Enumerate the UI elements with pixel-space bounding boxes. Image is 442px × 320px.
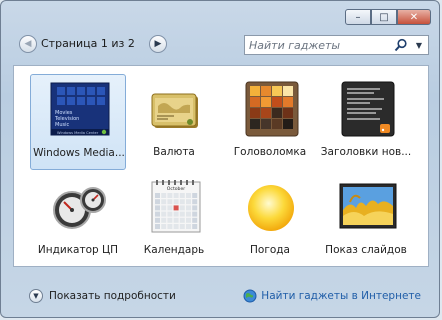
gallery-toolbar: ◀ Страница 1 из 2 ▶ ▼ (13, 35, 429, 57)
search-icon[interactable] (394, 38, 408, 52)
calendar-day-cell (167, 199, 173, 205)
minimize-button[interactable]: – (345, 9, 371, 25)
calendar-day-cell (155, 193, 160, 198)
thumb-text-music: Music (55, 122, 69, 128)
calendar-day-cell (161, 199, 167, 205)
chevron-down-icon: ▼ (415, 40, 423, 50)
gadget-label: Показ слайдов (325, 244, 407, 256)
maximize-button[interactable]: □ (371, 9, 397, 25)
news-headlines-icon (341, 81, 395, 137)
calendar-day-cell (161, 193, 167, 198)
calendar-day-cell (155, 224, 160, 229)
calendar-day-cell (179, 211, 185, 217)
show-details-label: Показать подробности (49, 290, 176, 302)
calendar-day-cell (161, 224, 167, 229)
search-box: ▼ (244, 35, 429, 55)
gadget-label: Головоломка (233, 146, 307, 158)
get-gadgets-online-label: Найти гаджеты в Интернете (261, 290, 421, 302)
gadget-tile-windows-media-center[interactable]: Movies Television Music Windows Media Ce… (30, 74, 126, 170)
gadget-tile-slideshow[interactable]: Показ слайдов (318, 172, 414, 268)
calendar-day-cell (173, 217, 179, 223)
calendar-day-cell (161, 217, 167, 223)
calendar-day-cell (173, 199, 179, 205)
gadget-gallery: Movies Television Music Windows Media Ce… (13, 65, 429, 267)
gallery-footer: ▼ Показать подробности Найти гаджеты в И… (13, 281, 429, 309)
slideshow-icon (339, 183, 397, 229)
window-controls: – □ ✕ (345, 9, 431, 25)
calendar-day-cell (192, 199, 198, 205)
puzzle-icon (245, 81, 299, 137)
windows-media-center-icon: Movies Television Music Windows Media Ce… (50, 82, 110, 136)
calendar-day-cell (192, 217, 198, 223)
previous-page-button[interactable]: ◀ (19, 35, 37, 53)
calendar-icon: October (151, 180, 201, 233)
calendar-day-cell (155, 211, 160, 217)
calendar-day-cell (167, 217, 173, 223)
calendar-day-cell (161, 205, 167, 211)
gadget-tile-news-headlines[interactable]: Заголовки нов... (318, 74, 414, 170)
calendar-day-cell (192, 224, 198, 229)
calendar-day-cell (186, 199, 191, 205)
gadget-label: Заголовки нов... (320, 146, 412, 158)
calendar-day-cell (186, 193, 191, 198)
chevron-down-icon: ▼ (29, 289, 43, 303)
weather-sun-icon (248, 185, 294, 231)
get-gadgets-online-link[interactable]: Найти гаджеты в Интернете (243, 289, 421, 303)
calendar-day-cell (192, 193, 198, 198)
calendar-day-cell (173, 205, 179, 211)
calendar-day-cell (173, 224, 179, 229)
gadget-tile-cpu-meter[interactable]: Индикатор ЦП (30, 172, 126, 268)
gadget-tile-currency[interactable]: Валюта (126, 74, 222, 170)
gadget-label: Календарь (143, 244, 205, 256)
gadget-gallery-window: – □ ✕ ◀ Страница 1 из 2 ▶ ▼ (0, 0, 440, 318)
calendar-day-cell (179, 199, 185, 205)
calendar-day-cell (179, 224, 185, 229)
calendar-day-cell (173, 193, 179, 198)
currency-icon (151, 93, 198, 128)
calendar-day-cell (186, 217, 191, 223)
show-details-toggle[interactable]: ▼ Показать подробности (29, 289, 176, 303)
gadget-label: Windows Media... (33, 147, 125, 159)
search-dropdown-button[interactable]: ▼ (413, 39, 425, 51)
calendar-day-cell (161, 211, 167, 217)
calendar-day-cell (155, 199, 160, 205)
gadget-label: Валюта (153, 146, 195, 158)
calendar-month-label: October (167, 186, 185, 192)
calendar-day-cell (186, 211, 191, 217)
page-indicator: Страница 1 из 2 (41, 37, 135, 50)
chevron-left-icon: ◀ (24, 39, 32, 49)
gadget-label: Индикатор ЦП (37, 244, 119, 256)
cpu-meter-icon (53, 187, 106, 229)
calendar-day-cell (186, 224, 191, 229)
calendar-day-cell (167, 224, 173, 229)
calendar-day-cell (179, 217, 185, 223)
next-page-button[interactable]: ▶ (149, 35, 167, 53)
calendar-day-cell (186, 205, 191, 211)
globe-icon (243, 289, 257, 303)
gadget-tile-puzzle[interactable]: Головоломка (222, 74, 318, 170)
calendar-day-cell (179, 205, 185, 211)
calendar-day-cell (173, 211, 179, 217)
search-input[interactable] (249, 37, 389, 53)
calendar-day-cell (167, 211, 173, 217)
thumb-bar-text: Windows Media Center (57, 131, 99, 135)
gadget-label: Погода (250, 244, 290, 256)
calendar-day-cell (179, 193, 185, 198)
gadget-tile-weather[interactable]: Погода (222, 172, 318, 268)
calendar-day-cell (155, 217, 160, 223)
calendar-day-cell (192, 205, 198, 211)
calendar-day-cell (167, 205, 173, 211)
chevron-right-icon: ▶ (154, 39, 162, 49)
calendar-day-cell (167, 193, 173, 198)
calendar-day-cell (192, 211, 198, 217)
close-button[interactable]: ✕ (397, 9, 431, 25)
gadget-tile-calendar[interactable]: October Календарь (126, 172, 222, 268)
calendar-day-cell (155, 205, 160, 211)
